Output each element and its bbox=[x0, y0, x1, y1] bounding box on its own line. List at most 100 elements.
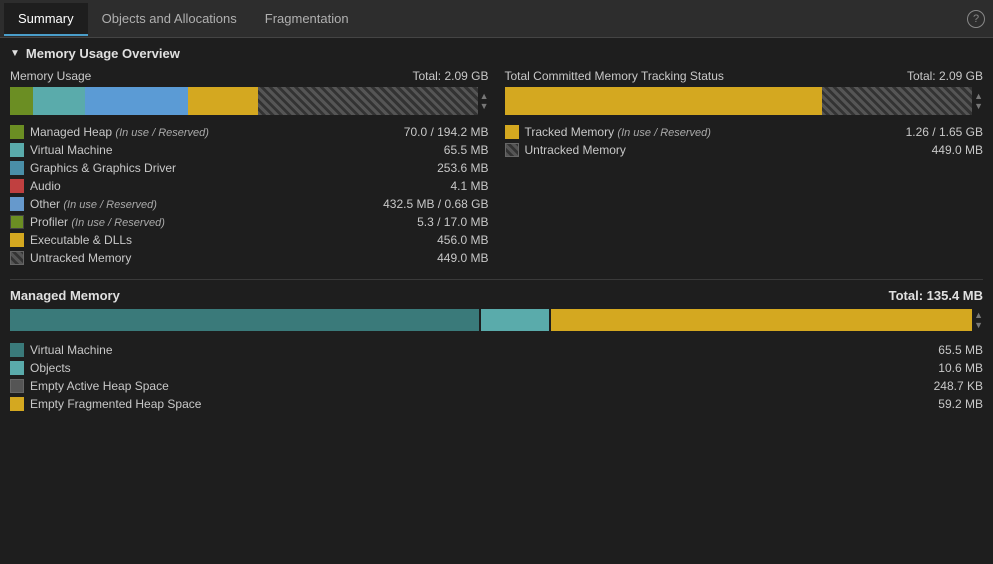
managed-legend-label-vm: Virtual Machine bbox=[30, 343, 113, 357]
legend-color-tracked bbox=[505, 125, 519, 139]
managed-memory-section: Managed Memory Total: 135.4 MB ▲ ▼ Virtu… bbox=[10, 288, 983, 413]
legend-value-graphics: 253.6 MB bbox=[437, 161, 488, 175]
main-content: ▼ Memory Usage Overview Memory Usage Tot… bbox=[0, 38, 993, 421]
managed-title-row: Managed Memory Total: 135.4 MB bbox=[10, 288, 983, 303]
tab-bar: Summary Objects and Allocations Fragment… bbox=[0, 0, 993, 38]
legend-item-dlls: Executable & DLLs 456.0 MB bbox=[10, 231, 489, 249]
memory-usage-legend: Managed Heap (In use / Reserved) 70.0 / … bbox=[10, 123, 489, 267]
total-committed-scroll: ▲ ▼ bbox=[974, 92, 983, 112]
legend-value-other: 432.5 MB / 0.68 GB bbox=[383, 197, 488, 211]
memory-usage-bar bbox=[10, 87, 478, 115]
legend-label-tracked: Tracked Memory (In use / Reserved) bbox=[525, 125, 711, 139]
memory-usage-total: Total: 2.09 GB bbox=[412, 69, 488, 83]
legend-color-managed-heap bbox=[10, 125, 24, 139]
managed-legend-value-objects: 10.6 MB bbox=[938, 361, 983, 375]
managed-legend-color-objects bbox=[10, 361, 24, 375]
legend-item-audio: Audio 4.1 MB bbox=[10, 177, 489, 195]
tab-objects[interactable]: Objects and Allocations bbox=[88, 3, 251, 36]
managed-scroll-down[interactable]: ▼ bbox=[974, 321, 983, 331]
memory-usage-bar-row: ▲ ▼ bbox=[10, 87, 489, 117]
legend-value-managed-heap: 70.0 / 194.2 MB bbox=[404, 125, 489, 139]
managed-title: Managed Memory bbox=[10, 288, 120, 303]
managed-legend-color-empty-active bbox=[10, 379, 24, 393]
managed-legend-vm: Virtual Machine 65.5 MB bbox=[10, 341, 983, 359]
legend-color-committed-untracked bbox=[505, 143, 519, 157]
total-committed-title: Total Committed Memory Tracking Status bbox=[505, 69, 724, 83]
bar-tracked bbox=[505, 87, 823, 115]
total-committed-title-row: Total Committed Memory Tracking Status T… bbox=[505, 69, 984, 83]
managed-legend-label-empty-active: Empty Active Heap Space bbox=[30, 379, 169, 393]
legend-item-graphics: Graphics & Graphics Driver 253.6 MB bbox=[10, 159, 489, 177]
managed-legend-empty-active: Empty Active Heap Space 248.7 KB bbox=[10, 377, 983, 395]
scroll-down[interactable]: ▼ bbox=[480, 102, 489, 112]
legend-item-managed-heap: Managed Heap (In use / Reserved) 70.0 / … bbox=[10, 123, 489, 141]
legend-color-dlls bbox=[10, 233, 24, 247]
memory-usage-title: Memory Usage bbox=[10, 69, 91, 83]
managed-scroll: ▲ ▼ bbox=[974, 311, 983, 331]
managed-legend-color-vm bbox=[10, 343, 24, 357]
managed-legend: Virtual Machine 65.5 MB Objects 10.6 MB … bbox=[10, 341, 983, 413]
bar-graphics bbox=[85, 87, 188, 115]
legend-value-committed-untracked: 449.0 MB bbox=[932, 143, 983, 157]
legend-label-virtual-machine: Virtual Machine bbox=[30, 143, 113, 157]
managed-legend-label-objects: Objects bbox=[30, 361, 71, 375]
bar-dlls bbox=[188, 87, 258, 115]
managed-bar-vm bbox=[10, 309, 479, 331]
tab-summary[interactable]: Summary bbox=[4, 3, 88, 36]
legend-value-untracked: 449.0 MB bbox=[437, 251, 488, 265]
legend-value-audio: 4.1 MB bbox=[450, 179, 488, 193]
legend-color-audio bbox=[10, 179, 24, 193]
legend-label-managed-heap: Managed Heap (In use / Reserved) bbox=[30, 125, 209, 139]
section-divider bbox=[10, 279, 983, 280]
help-icon[interactable]: ? bbox=[967, 10, 985, 28]
collapse-arrow[interactable]: ▼ bbox=[10, 48, 20, 59]
legend-item-other: Other (In use / Reserved) 432.5 MB / 0.6… bbox=[10, 195, 489, 213]
legend-color-graphics bbox=[10, 161, 24, 175]
managed-bar-row: ▲ ▼ bbox=[10, 309, 983, 333]
bar-committed-untracked bbox=[822, 87, 972, 115]
legend-value-profiler: 5.3 / 17.0 MB bbox=[417, 215, 488, 229]
legend-color-virtual-machine bbox=[10, 143, 24, 157]
legend-value-tracked: 1.26 / 1.65 GB bbox=[906, 125, 983, 139]
total-committed-section: Total Committed Memory Tracking Status T… bbox=[505, 69, 984, 267]
legend-color-profiler bbox=[10, 215, 24, 229]
section-title: Memory Usage Overview bbox=[26, 46, 180, 61]
legend-color-other bbox=[10, 197, 24, 211]
bar-virtual-machine bbox=[33, 87, 84, 115]
managed-legend-value-empty-active: 248.7 KB bbox=[934, 379, 983, 393]
memory-usage-title-row: Memory Usage Total: 2.09 GB bbox=[10, 69, 489, 83]
managed-bar bbox=[10, 309, 972, 331]
managed-legend-value-vm: 65.5 MB bbox=[938, 343, 983, 357]
legend-label-profiler: Profiler (In use / Reserved) bbox=[30, 215, 165, 229]
legend-item-virtual-machine: Virtual Machine 65.5 MB bbox=[10, 141, 489, 159]
bar-scroll-vert: ▲ ▼ bbox=[480, 92, 489, 112]
memory-usage-section: Memory Usage Total: 2.09 GB ▲ ▼ bbox=[10, 69, 489, 267]
section-header: ▼ Memory Usage Overview bbox=[10, 46, 983, 61]
bar-untracked bbox=[258, 87, 478, 115]
tab-fragmentation[interactable]: Fragmentation bbox=[251, 3, 363, 36]
total-committed-legend: Tracked Memory (In use / Reserved) 1.26 … bbox=[505, 123, 984, 159]
legend-item-committed-untracked: Untracked Memory 449.0 MB bbox=[505, 141, 984, 159]
managed-legend-value-fragmented: 59.2 MB bbox=[938, 397, 983, 411]
managed-bar-objects bbox=[481, 309, 548, 331]
legend-label-committed-untracked: Untracked Memory bbox=[525, 143, 626, 157]
managed-total: Total: 135.4 MB bbox=[889, 288, 983, 303]
total-committed-bar-row: ▲ ▼ bbox=[505, 87, 984, 117]
legend-color-untracked bbox=[10, 251, 24, 265]
bar-managed-heap bbox=[10, 87, 33, 115]
legend-item-tracked: Tracked Memory (In use / Reserved) 1.26 … bbox=[505, 123, 984, 141]
managed-legend-fragmented: Empty Fragmented Heap Space 59.2 MB bbox=[10, 395, 983, 413]
total-committed-total: Total: 2.09 GB bbox=[907, 69, 983, 83]
legend-label-untracked: Untracked Memory bbox=[30, 251, 131, 265]
legend-item-profiler: Profiler (In use / Reserved) 5.3 / 17.0 … bbox=[10, 213, 489, 231]
managed-legend-objects: Objects 10.6 MB bbox=[10, 359, 983, 377]
legend-value-dlls: 456.0 MB bbox=[437, 233, 488, 247]
committed-scroll-down[interactable]: ▼ bbox=[974, 102, 983, 112]
managed-legend-color-fragmented bbox=[10, 397, 24, 411]
legend-item-untracked: Untracked Memory 449.0 MB bbox=[10, 249, 489, 267]
two-col-layout: Memory Usage Total: 2.09 GB ▲ ▼ bbox=[10, 69, 983, 267]
managed-legend-label-fragmented: Empty Fragmented Heap Space bbox=[30, 397, 201, 411]
legend-label-dlls: Executable & DLLs bbox=[30, 233, 132, 247]
managed-bar-fragmented bbox=[551, 309, 973, 331]
legend-value-virtual-machine: 65.5 MB bbox=[444, 143, 489, 157]
